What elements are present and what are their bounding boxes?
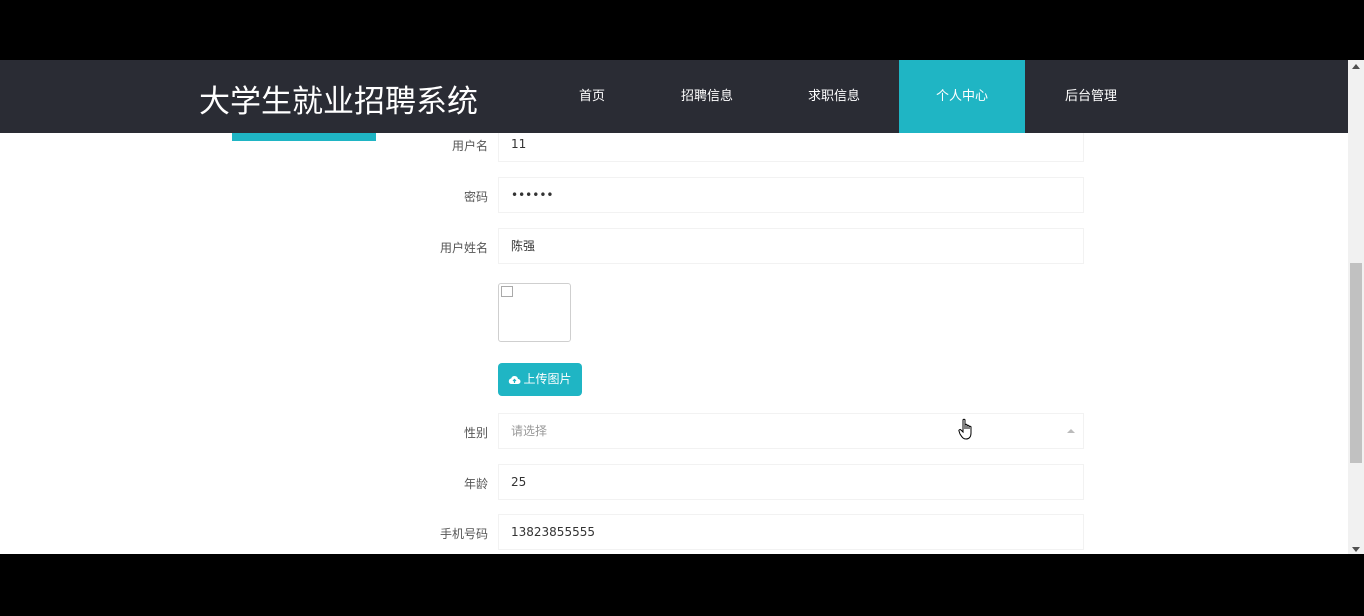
- chevron-up-icon: [1067, 429, 1075, 433]
- top-navbar: 大学生就业招聘系统 首页 招聘信息 求职信息 个人中心 后台管理: [0, 60, 1348, 133]
- site-title: 大学生就业招聘系统: [199, 84, 478, 120]
- hand-cursor-icon: [958, 418, 972, 440]
- age-field[interactable]: 25: [498, 464, 1084, 500]
- gender-placeholder: 请选择: [511, 424, 548, 438]
- password-field[interactable]: ••••••: [498, 177, 1084, 213]
- side-menu-active-bar: [232, 133, 376, 141]
- nav-job-postings[interactable]: 招聘信息: [664, 60, 750, 133]
- nav-job-seeking[interactable]: 求职信息: [791, 60, 877, 133]
- realname-field[interactable]: 陈强: [498, 228, 1084, 264]
- age-label: 年龄: [463, 477, 488, 491]
- nav-personal-center[interactable]: 个人中心: [899, 60, 1025, 133]
- phone-label: 手机号码: [439, 527, 488, 541]
- scroll-up-icon[interactable]: [1352, 64, 1360, 69]
- cloud-upload-icon: [509, 375, 521, 384]
- upload-image-button[interactable]: 上传图片: [498, 363, 582, 396]
- broken-image-icon: [501, 286, 513, 297]
- upload-button-label: 上传图片: [523, 372, 572, 386]
- scroll-down-icon[interactable]: [1352, 547, 1360, 552]
- phone-field[interactable]: 13823855555: [498, 514, 1084, 550]
- password-label: 密码: [463, 190, 488, 204]
- gender-select[interactable]: 请选择: [498, 413, 1084, 449]
- avatar-image: [498, 283, 571, 342]
- gender-label: 性别: [463, 426, 488, 440]
- nav-home[interactable]: 首页: [555, 60, 629, 133]
- nav-admin[interactable]: 后台管理: [1048, 60, 1134, 133]
- realname-label: 用户姓名: [439, 241, 488, 255]
- username-label: 用户名: [451, 139, 488, 153]
- browser-viewport: 大学生就业招聘系统 首页 招聘信息 求职信息 个人中心 后台管理 用户名 11 …: [0, 60, 1364, 554]
- vertical-scrollbar[interactable]: [1348, 60, 1364, 554]
- scrollbar-thumb[interactable]: [1350, 263, 1362, 463]
